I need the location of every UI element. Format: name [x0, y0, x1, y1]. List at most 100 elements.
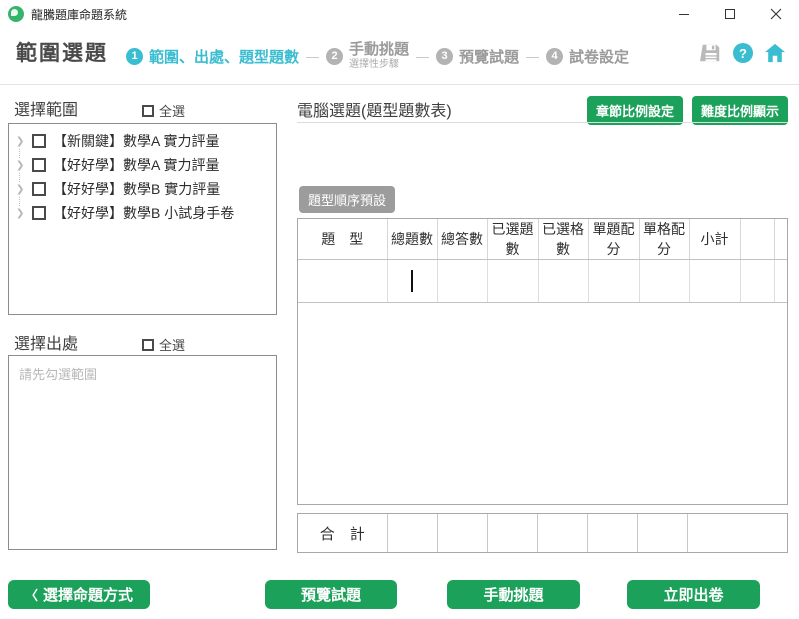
tree-item-label: 【新關鍵】數學A 實力評量 [53, 131, 219, 151]
expand-chevron-icon[interactable]: ❯ [16, 208, 29, 219]
preview-questions-button[interactable]: 預覽試題 [265, 580, 397, 609]
cell-empty [774, 260, 787, 303]
step-1-range[interactable]: 1 範圍、出處、題型題數 [126, 46, 299, 67]
page-title: 範圍選題 [16, 37, 108, 67]
expand-chevron-icon[interactable]: ❯ [16, 160, 29, 171]
maximize-button[interactable] [707, 0, 753, 28]
cell-subtotal[interactable] [689, 260, 740, 303]
tree-item[interactable]: ❯ 【好好學】數學B 小試身手卷 [9, 201, 276, 225]
source-list: 請先勾選範圍 [8, 355, 277, 550]
choose-method-back-button[interactable]: 〈 選擇命題方式 [8, 580, 150, 609]
total-cell-empty [687, 514, 787, 552]
main-panel-title: 電腦選題(題型題數表) [297, 97, 452, 121]
col-header-selected-blanks: 已選格數 [538, 219, 588, 260]
source-section-title: 選擇出處 [14, 330, 78, 354]
col-header-type: 題 型 [298, 219, 387, 260]
header-icons: ? [700, 42, 786, 64]
generate-paper-button[interactable]: 立即出卷 [627, 580, 760, 609]
maximize-icon [724, 8, 736, 20]
cell-selected-blanks[interactable] [538, 260, 588, 303]
cell-total-questions-input[interactable] [387, 260, 437, 303]
text-caret [411, 270, 413, 292]
step-1-number: 1 [126, 48, 143, 65]
step-separator: — [306, 49, 319, 64]
window-controls [661, 0, 799, 28]
save-button[interactable] [700, 42, 722, 64]
cell-selected-questions[interactable] [487, 260, 538, 303]
col-header-points-per-question: 單題配分 [588, 219, 639, 260]
col-header-subtotal: 小計 [689, 219, 740, 260]
range-select-all[interactable]: 全選 [142, 101, 185, 120]
manual-pick-button[interactable]: 手動挑題 [447, 580, 580, 609]
tree-item-label: 【好好學】數學B 小試身手卷 [53, 203, 234, 223]
total-label: 合 計 [298, 514, 387, 552]
step-4-number: 4 [546, 48, 563, 65]
tree-item-checkbox[interactable] [32, 134, 46, 148]
tree-item-label: 【好好學】數學B 實力評量 [53, 179, 220, 199]
step-2-label: 手動挑題 [349, 42, 409, 59]
step-3-number: 3 [436, 48, 453, 65]
cell-points-per-blank[interactable] [639, 260, 689, 303]
tree-item[interactable]: ❯ 【好好學】數學B 實力評量 [9, 177, 276, 201]
cell-type[interactable] [298, 260, 387, 303]
tree-item-checkbox[interactable] [32, 182, 46, 196]
home-icon [764, 43, 786, 63]
expand-chevron-icon[interactable]: ❯ [16, 184, 29, 195]
tree-item[interactable]: ❯ 【好好學】數學A 實力評量 [9, 153, 276, 177]
main-panel-divider [297, 122, 788, 123]
step-1-label: 範圍、出處、題型題數 [149, 46, 299, 67]
tree-item[interactable]: ❯ 【新關鍵】數學A 實力評量 [9, 129, 276, 153]
step-3-label: 預覽試題 [459, 46, 519, 67]
col-header-total-answers: 總答數 [437, 219, 487, 260]
titlebar: 龍騰題庫命題系統 [0, 0, 799, 28]
step-2-subtitle: 選擇性步驟 [349, 59, 409, 70]
source-select-all-label: 全選 [159, 335, 185, 354]
question-type-table: 題 型 總題數 總答數 已選題數 已選格數 單題配分 單格配分 小計 [297, 218, 788, 505]
save-icon [700, 42, 722, 64]
minimize-button[interactable] [661, 0, 707, 28]
cell-points-per-question[interactable] [588, 260, 639, 303]
range-section-title: 選擇範圍 [14, 96, 78, 120]
tree-item-checkbox[interactable] [32, 206, 46, 220]
col-header-total-questions: 總題數 [387, 219, 437, 260]
table-header-row: 題 型 總題數 總答數 已選題數 已選格數 單題配分 單格配分 小計 [298, 219, 787, 260]
step-3-preview[interactable]: 3 預覽試題 [436, 46, 519, 67]
step-2-number: 2 [326, 48, 343, 65]
app-logo-icon [8, 6, 24, 22]
home-button[interactable] [764, 43, 786, 63]
step-2-manual-pick[interactable]: 2 手動挑題 選擇性步驟 [326, 42, 409, 70]
tree-item-label: 【好好學】數學A 實力評量 [53, 155, 219, 175]
expand-chevron-icon[interactable]: ❯ [16, 136, 29, 147]
help-icon: ? [733, 43, 753, 63]
range-select-all-checkbox[interactable] [142, 105, 154, 117]
close-icon [770, 8, 782, 20]
col-header-points-per-blank: 單格配分 [639, 219, 689, 260]
total-table-row: 合 計 [298, 514, 787, 552]
source-select-all[interactable]: 全選 [142, 335, 185, 354]
total-cell-empty [637, 514, 687, 552]
difficulty-ratio-button[interactable]: 難度比例顯示 [692, 96, 788, 125]
total-cell-empty [387, 514, 437, 552]
chapter-ratio-button[interactable]: 章節比例設定 [587, 96, 683, 125]
stepper: 1 範圍、出處、題型題數 — 2 手動挑題 選擇性步驟 — 3 預覽試題 — 4… [126, 28, 629, 84]
total-cell-empty [437, 514, 487, 552]
ratio-buttons: 章節比例設定 難度比例顯示 [587, 96, 788, 125]
col-header-selected-questions: 已選題數 [487, 219, 538, 260]
generate-button-label: 立即出卷 [663, 584, 723, 605]
step-4-paper-settings[interactable]: 4 試卷設定 [546, 46, 629, 67]
window-title: 龍騰題庫命題系統 [31, 6, 127, 23]
tree-item-checkbox[interactable] [32, 158, 46, 172]
step-separator: — [526, 49, 539, 64]
close-button[interactable] [753, 0, 799, 28]
type-order-default-button[interactable]: 題型順序預設 [299, 186, 395, 213]
cell-total-answers[interactable] [437, 260, 487, 303]
total-row: 合 計 [297, 513, 788, 553]
source-placeholder-text: 請先勾選範圍 [9, 356, 276, 391]
back-chevron-icon: 〈 [25, 585, 38, 604]
help-button[interactable]: ? [733, 43, 753, 63]
range-tree-list: ❯ 【新關鍵】數學A 實力評量 ❯ 【好好學】數學A 實力評量 ❯ 【好好學】數… [8, 123, 277, 315]
col-header-empty [740, 219, 774, 260]
back-button-label: 選擇命題方式 [43, 584, 133, 605]
source-select-all-checkbox[interactable] [142, 339, 154, 351]
preview-button-label: 預覽試題 [301, 584, 361, 605]
